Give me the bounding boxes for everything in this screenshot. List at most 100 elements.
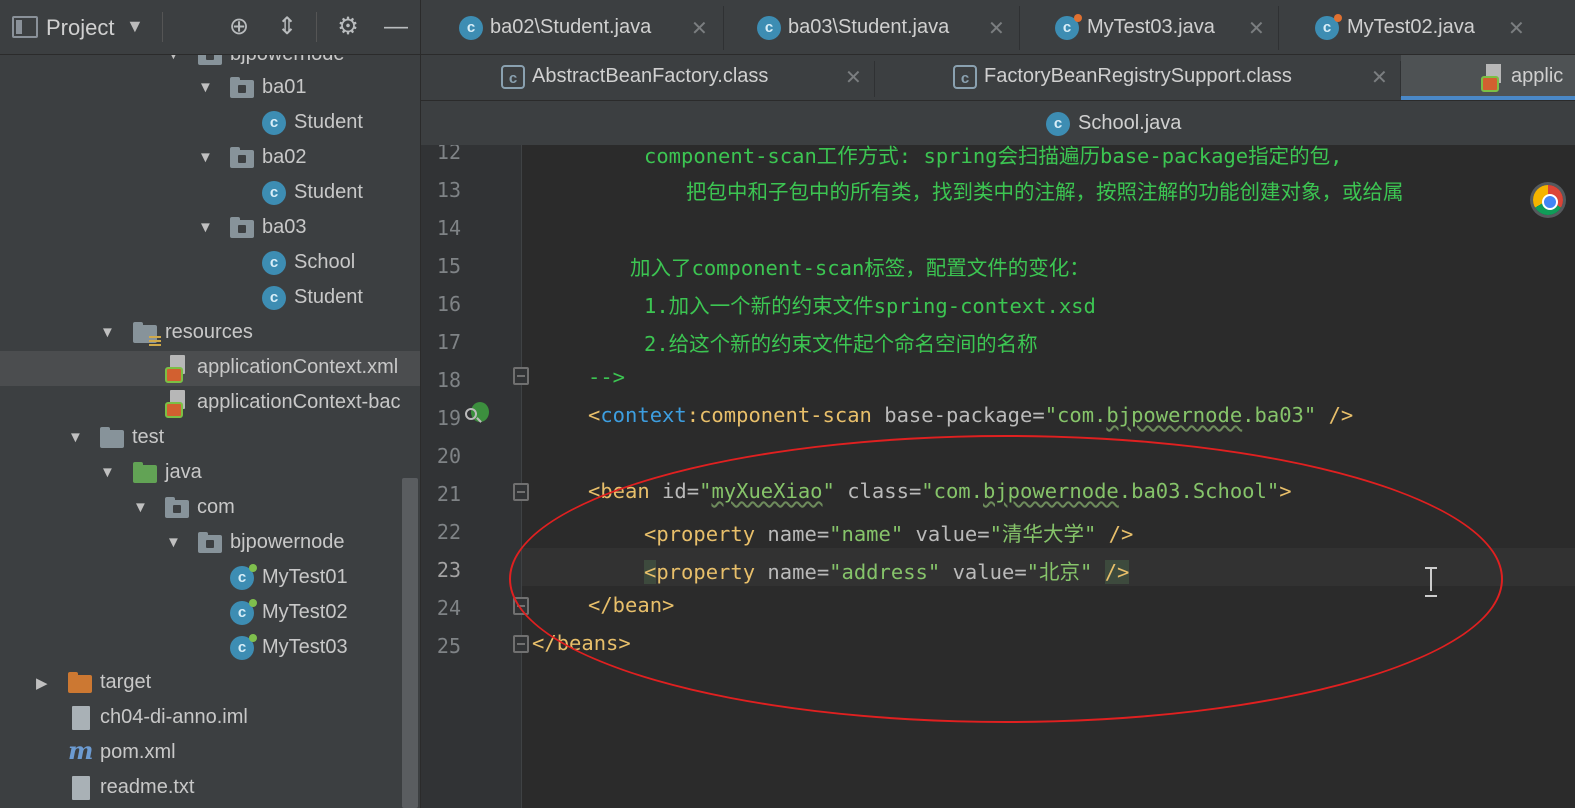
tree-item-pom-xml[interactable]: m pom.xml bbox=[0, 736, 420, 771]
browser-icon[interactable] bbox=[1533, 185, 1563, 215]
expand-arrow-icon[interactable]: ▶ bbox=[36, 674, 48, 692]
tab-ba03-student-java[interactable]: c ba03\Student.java ✕ bbox=[724, 0, 1020, 54]
expand-arrow-icon[interactable]: ▼ bbox=[100, 464, 115, 481]
tree-item-bjpowernode[interactable]: ▼ bjpowernode bbox=[0, 526, 420, 561]
line-number: 24 bbox=[436, 596, 461, 620]
test-class-icon: c bbox=[230, 634, 257, 660]
folder-icon bbox=[100, 427, 124, 448]
code-line-25: </beans> bbox=[532, 631, 631, 655]
project-panel-title[interactable]: Project bbox=[46, 15, 114, 41]
tree-item-student[interactable]: c Student bbox=[0, 176, 420, 211]
tree-item-ba02[interactable]: ▼ ba02 bbox=[0, 141, 420, 176]
tree-item-test[interactable]: ▼ test bbox=[0, 421, 420, 456]
tree-item-mytest02[interactable]: c MyTest02 bbox=[0, 596, 420, 631]
tab-factorybeanregistrysupport-class[interactable]: c FactoryBeanRegistrySupport.class ✕ bbox=[875, 55, 1399, 100]
locate-icon[interactable]: ⊕ bbox=[224, 11, 254, 43]
project-scrollbar[interactable] bbox=[402, 478, 418, 808]
tree-item-mytest03[interactable]: c MyTest03 bbox=[0, 631, 420, 666]
tree-item-applicationcontext-bac[interactable]: applicationContext-bac bbox=[0, 386, 420, 421]
fold-marker-icon[interactable] bbox=[513, 483, 529, 501]
tree-item-label: MyTest02 bbox=[262, 601, 348, 623]
tree-item-label: School bbox=[294, 251, 356, 273]
tree-item-mytest01[interactable]: c MyTest01 bbox=[0, 561, 420, 596]
project-tree: ▼ bjpowernode ▼ ba01 c Student ▼ ba02 c … bbox=[0, 43, 420, 808]
project-icon bbox=[12, 16, 38, 38]
tree-item-com[interactable]: ▼ com bbox=[0, 491, 420, 526]
tree-item-readme-txt[interactable]: readme.txt bbox=[0, 771, 420, 806]
header-divider bbox=[162, 12, 163, 42]
expand-arrow-icon[interactable]: ▼ bbox=[166, 534, 181, 551]
expand-arrow-icon[interactable]: ▼ bbox=[133, 499, 148, 516]
line-number: 13 bbox=[436, 178, 461, 202]
line-number: 20 bbox=[436, 444, 461, 468]
tree-item-label: MyTest01 bbox=[262, 566, 348, 588]
code-line-23: <property name="address" value="北京" /> bbox=[644, 560, 1130, 584]
test-class-icon: c bbox=[230, 599, 257, 625]
tree-item-label: resources bbox=[165, 321, 253, 343]
tab-mytest02-java[interactable]: c MyTest02.java ✕ bbox=[1279, 0, 1539, 54]
class-icon: c bbox=[262, 111, 286, 135]
tab-label: applic bbox=[1511, 65, 1564, 87]
code-editor[interactable]: 12 13 14 15 16 17 18 19 20 21 22 23 24 2… bbox=[421, 145, 1575, 808]
tab-mytest03-java[interactable]: c MyTest03.java ✕ bbox=[1020, 0, 1278, 54]
tree-item-ba03[interactable]: ▼ ba03 bbox=[0, 211, 420, 246]
class-icon: c bbox=[459, 16, 483, 40]
chevron-down-icon[interactable]: ▼ bbox=[126, 16, 144, 37]
expand-arrow-icon[interactable]: ▼ bbox=[198, 219, 213, 236]
maven-icon: m bbox=[68, 736, 94, 765]
tab-label: AbstractBeanFactory.class bbox=[532, 65, 769, 87]
resources-folder-icon bbox=[133, 322, 161, 346]
project-panel-header: Project ▼ ⊕ ⇕ ⚙ — bbox=[0, 0, 420, 55]
tree-item-java[interactable]: ▼ java bbox=[0, 456, 420, 491]
collapse-all-icon[interactable]: ⇕ bbox=[272, 11, 302, 43]
line-number: 22 bbox=[436, 520, 461, 544]
code-line-17: 2.给这个新的约束文件起个命名空间的名称 bbox=[644, 332, 1038, 356]
tab-label: School.java bbox=[1078, 112, 1182, 134]
line-number: 14 bbox=[436, 216, 461, 240]
minimize-icon[interactable]: — bbox=[381, 11, 411, 43]
line-number: 15 bbox=[436, 254, 461, 278]
tab-school-java[interactable]: c School.java bbox=[1021, 101, 1201, 145]
close-icon[interactable]: ✕ bbox=[988, 16, 1005, 41]
tree-item-label: MyTest03 bbox=[262, 636, 348, 658]
tree-item-school[interactable]: c School bbox=[0, 246, 420, 281]
expand-arrow-icon[interactable]: ▼ bbox=[198, 79, 213, 96]
gutter-divider bbox=[521, 145, 522, 808]
close-icon[interactable]: ✕ bbox=[845, 65, 862, 90]
gear-icon[interactable]: ⚙ bbox=[333, 11, 363, 43]
expand-arrow-icon[interactable]: ▼ bbox=[68, 429, 83, 446]
tab-applicationcontext-xml[interactable]: applic bbox=[1401, 55, 1575, 100]
close-icon[interactable]: ✕ bbox=[1508, 16, 1525, 41]
tree-item-student[interactable]: c Student bbox=[0, 106, 420, 141]
fold-marker-icon[interactable] bbox=[513, 597, 529, 615]
tree-item-label: ba01 bbox=[262, 76, 307, 98]
tab-label: ba03\Student.java bbox=[788, 16, 950, 38]
expand-arrow-icon[interactable]: ▼ bbox=[198, 149, 213, 166]
class-icon: c bbox=[757, 16, 781, 40]
spring-bean-gutter-icon[interactable] bbox=[465, 400, 491, 426]
close-icon[interactable]: ✕ bbox=[1371, 65, 1388, 90]
line-number: 12 bbox=[436, 145, 461, 164]
source-folder-icon bbox=[133, 462, 157, 483]
tab-ba02-student-java[interactable]: c ba02\Student.java ✕ bbox=[421, 0, 721, 54]
tree-item-applicationcontext-xml[interactable]: applicationContext.xml bbox=[0, 351, 420, 386]
fold-marker-icon[interactable] bbox=[513, 367, 529, 385]
tab-abstractbeanfactory-class[interactable]: c AbstractBeanFactory.class ✕ bbox=[421, 55, 873, 100]
expand-arrow-icon[interactable]: ▼ bbox=[100, 324, 115, 341]
tree-item-ba01[interactable]: ▼ ba01 bbox=[0, 71, 420, 106]
xml-file-icon bbox=[1481, 64, 1505, 92]
line-number-gutter bbox=[421, 145, 521, 808]
tree-item-label: bjpowernode bbox=[230, 531, 345, 553]
close-icon[interactable]: ✕ bbox=[691, 16, 708, 41]
test-class-icon: c bbox=[230, 564, 257, 590]
tree-item-target[interactable]: ▶ target bbox=[0, 666, 420, 701]
tree-item-student[interactable]: c Student bbox=[0, 281, 420, 316]
line-number: 23 bbox=[436, 558, 461, 582]
tree-item-iml[interactable]: ch04-di-anno.iml bbox=[0, 701, 420, 736]
editor-tabs-row-2: c AbstractBeanFactory.class ✕ c FactoryB… bbox=[421, 55, 1575, 101]
tree-item-resources[interactable]: ▼ resources bbox=[0, 316, 420, 351]
fold-marker-icon[interactable] bbox=[513, 635, 529, 653]
excluded-folder-icon bbox=[68, 672, 92, 693]
package-icon bbox=[230, 217, 254, 238]
close-icon[interactable]: ✕ bbox=[1248, 16, 1265, 41]
